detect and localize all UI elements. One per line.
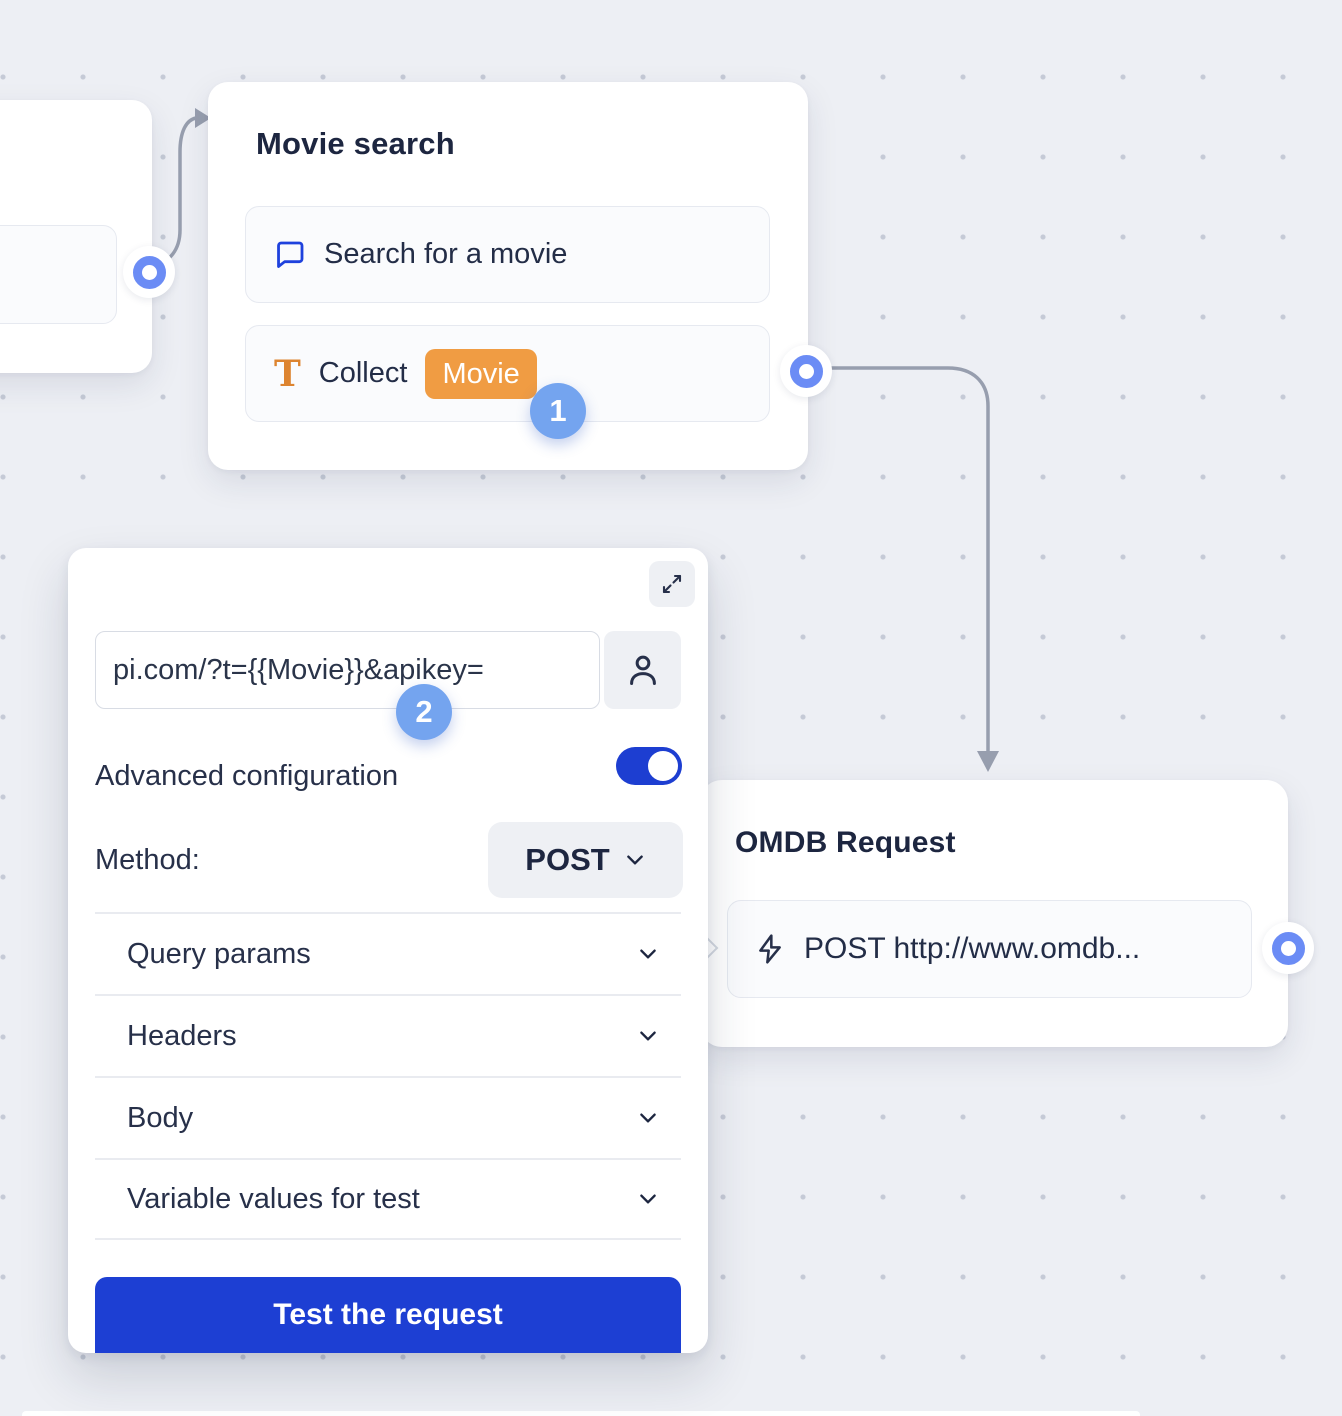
webhook-block-label: POST http://www.omdb...: [804, 932, 1140, 966]
output-connector-partial-card[interactable]: [123, 246, 175, 298]
chevron-down-icon: [637, 1107, 659, 1129]
connector-ring-icon: [790, 355, 823, 388]
chevron-down-icon: [637, 943, 659, 965]
advanced-configuration-toggle[interactable]: [616, 747, 682, 785]
section-headers[interactable]: Headers: [95, 994, 681, 1076]
omdb-request-node[interactable]: OMDB Request POST http://www.omdb...: [700, 780, 1288, 1047]
section-label: Query params: [127, 938, 311, 971]
section-label: Headers: [127, 1020, 237, 1053]
expand-button[interactable]: [649, 561, 695, 607]
partial-node-item[interactable]: [0, 225, 117, 324]
step-badge-1: 1: [530, 383, 586, 439]
node-title: OMDB Request: [735, 826, 956, 860]
connector-ring-icon: [133, 256, 166, 289]
advanced-configuration-label: Advanced configuration: [95, 760, 398, 793]
section-query-params[interactable]: Query params: [95, 912, 681, 994]
message-block-label: Search for a movie: [324, 238, 567, 271]
section-variable-values[interactable]: Variable values for test: [95, 1158, 681, 1240]
method-label: Method:: [95, 844, 200, 877]
step-badge-2: 2: [396, 684, 452, 740]
webhook-config-panel: pi.com/?t={{Movie}}&apikey= 2 Advanced c…: [68, 548, 708, 1353]
expand-icon: [660, 572, 684, 596]
chevron-down-icon: [624, 849, 646, 871]
collect-block-label: Collect: [319, 357, 408, 390]
edge-arrowhead-down-icon: [977, 751, 999, 772]
output-connector-omdb[interactable]: [1262, 922, 1314, 974]
lightning-icon: [754, 933, 786, 965]
partial-node-card[interactable]: [0, 100, 152, 373]
chat-bubble-icon: [274, 239, 306, 271]
chevron-down-icon: [637, 1188, 659, 1210]
node-title: Movie search: [256, 126, 455, 162]
output-connector-movie-search[interactable]: [780, 345, 832, 397]
movie-search-node[interactable]: Movie search Search for a movie T Collec…: [208, 82, 808, 470]
test-request-button[interactable]: Test the request: [95, 1277, 681, 1353]
method-value: POST: [525, 842, 609, 878]
offscreen-card-edge: [22, 1411, 1140, 1416]
connector-ring-icon: [1272, 932, 1305, 965]
collect-block[interactable]: T Collect Movie: [245, 325, 770, 422]
webhook-block[interactable]: POST http://www.omdb...: [727, 900, 1252, 998]
section-body[interactable]: Body: [95, 1076, 681, 1158]
toggle-knob: [648, 751, 678, 781]
text-input-icon: T: [274, 359, 301, 389]
method-select[interactable]: POST: [488, 822, 683, 898]
section-label: Variable values for test: [127, 1183, 420, 1216]
flow-canvas[interactable]: Movie search Search for a movie T Collec…: [0, 0, 1342, 1416]
chevron-down-icon: [637, 1025, 659, 1047]
message-block[interactable]: Search for a movie: [245, 206, 770, 303]
section-label: Body: [127, 1102, 193, 1135]
url-input-value: pi.com/?t={{Movie}}&apikey=: [96, 654, 484, 687]
config-sections: Query params Headers Body Variable value…: [95, 912, 681, 1240]
user-variable-button[interactable]: [604, 631, 681, 709]
edge-movie-to-omdb: [828, 368, 988, 752]
edge-into-movie-search: [151, 118, 196, 268]
person-icon: [624, 651, 662, 689]
url-input[interactable]: pi.com/?t={{Movie}}&apikey=: [95, 631, 600, 709]
variable-chip[interactable]: Movie: [425, 349, 536, 399]
